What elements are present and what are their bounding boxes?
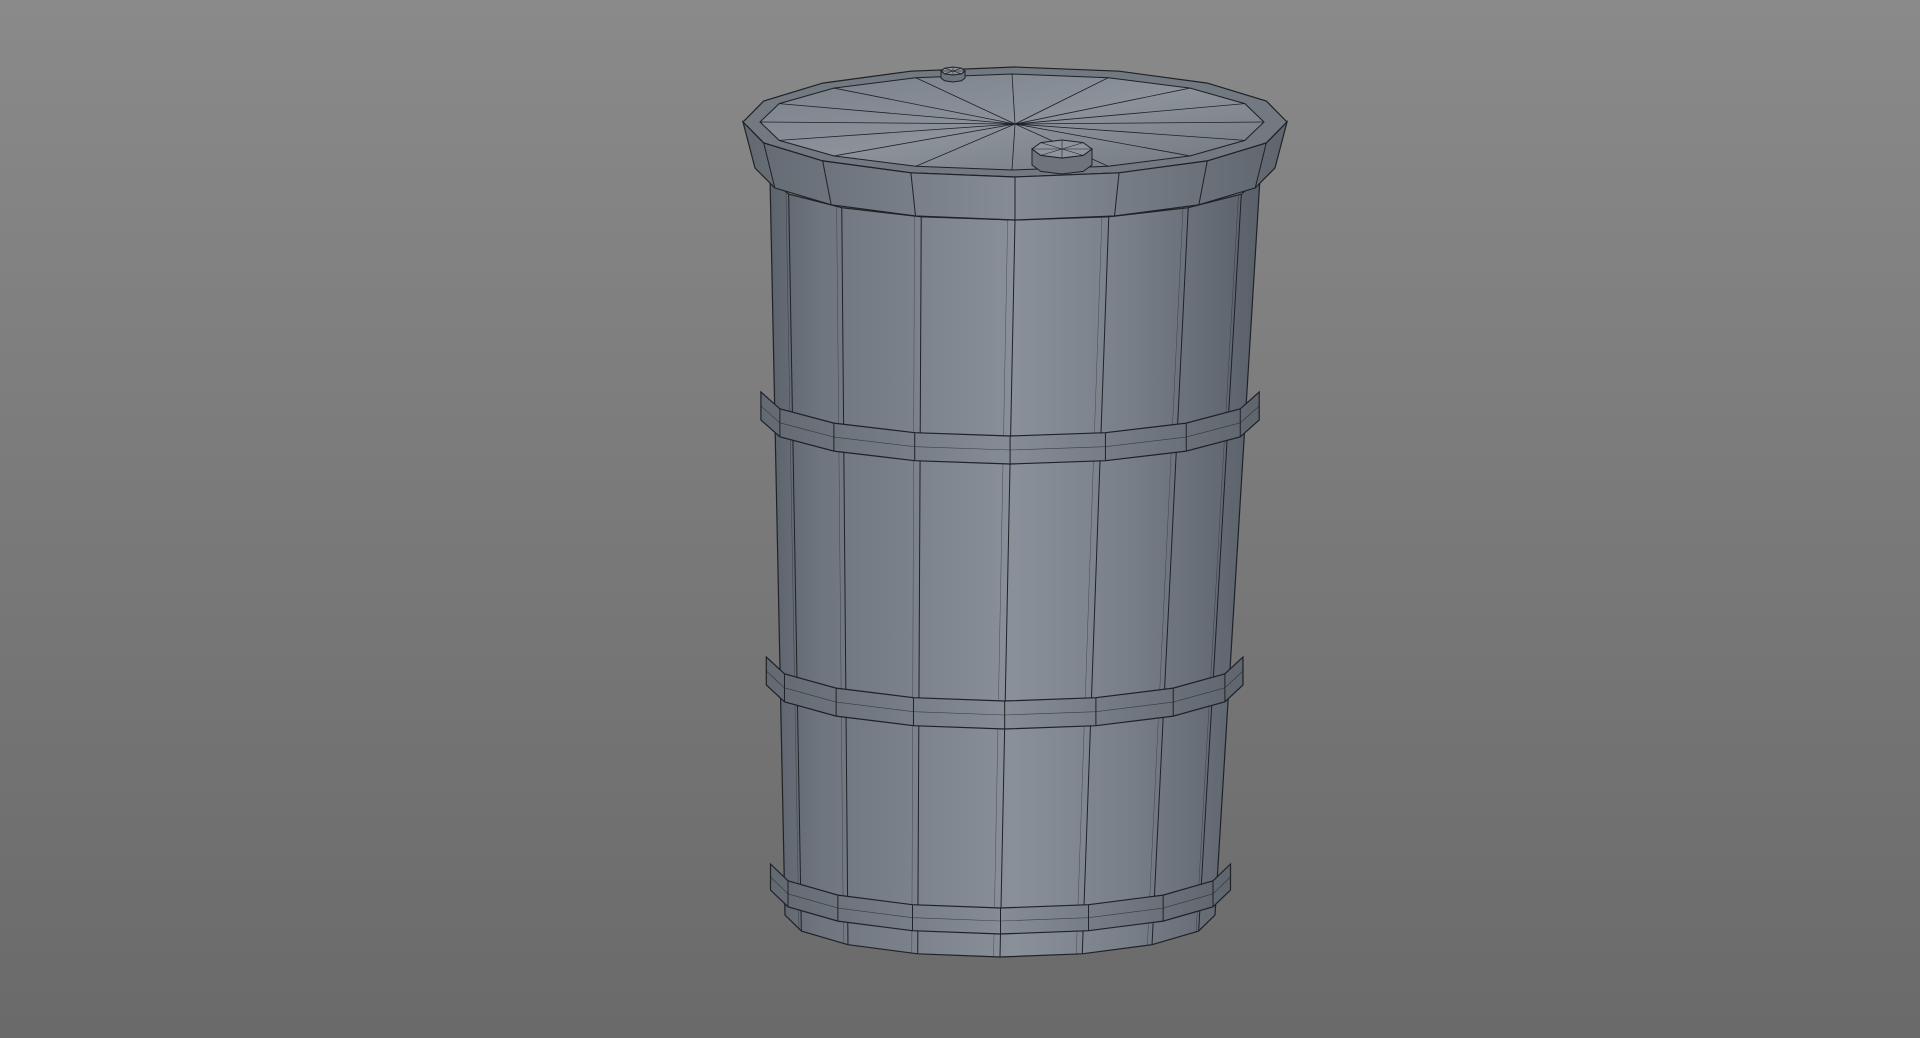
barrel-body-shell [769, 176, 1261, 958]
barrel-body [769, 176, 1261, 958]
3d-viewport[interactable] [0, 0, 1920, 1038]
barrel-bung-large [1031, 139, 1093, 175]
viewport-scene [741, 66, 1289, 958]
barrel-bung-small [940, 66, 966, 83]
barrel-lid [741, 66, 1289, 221]
